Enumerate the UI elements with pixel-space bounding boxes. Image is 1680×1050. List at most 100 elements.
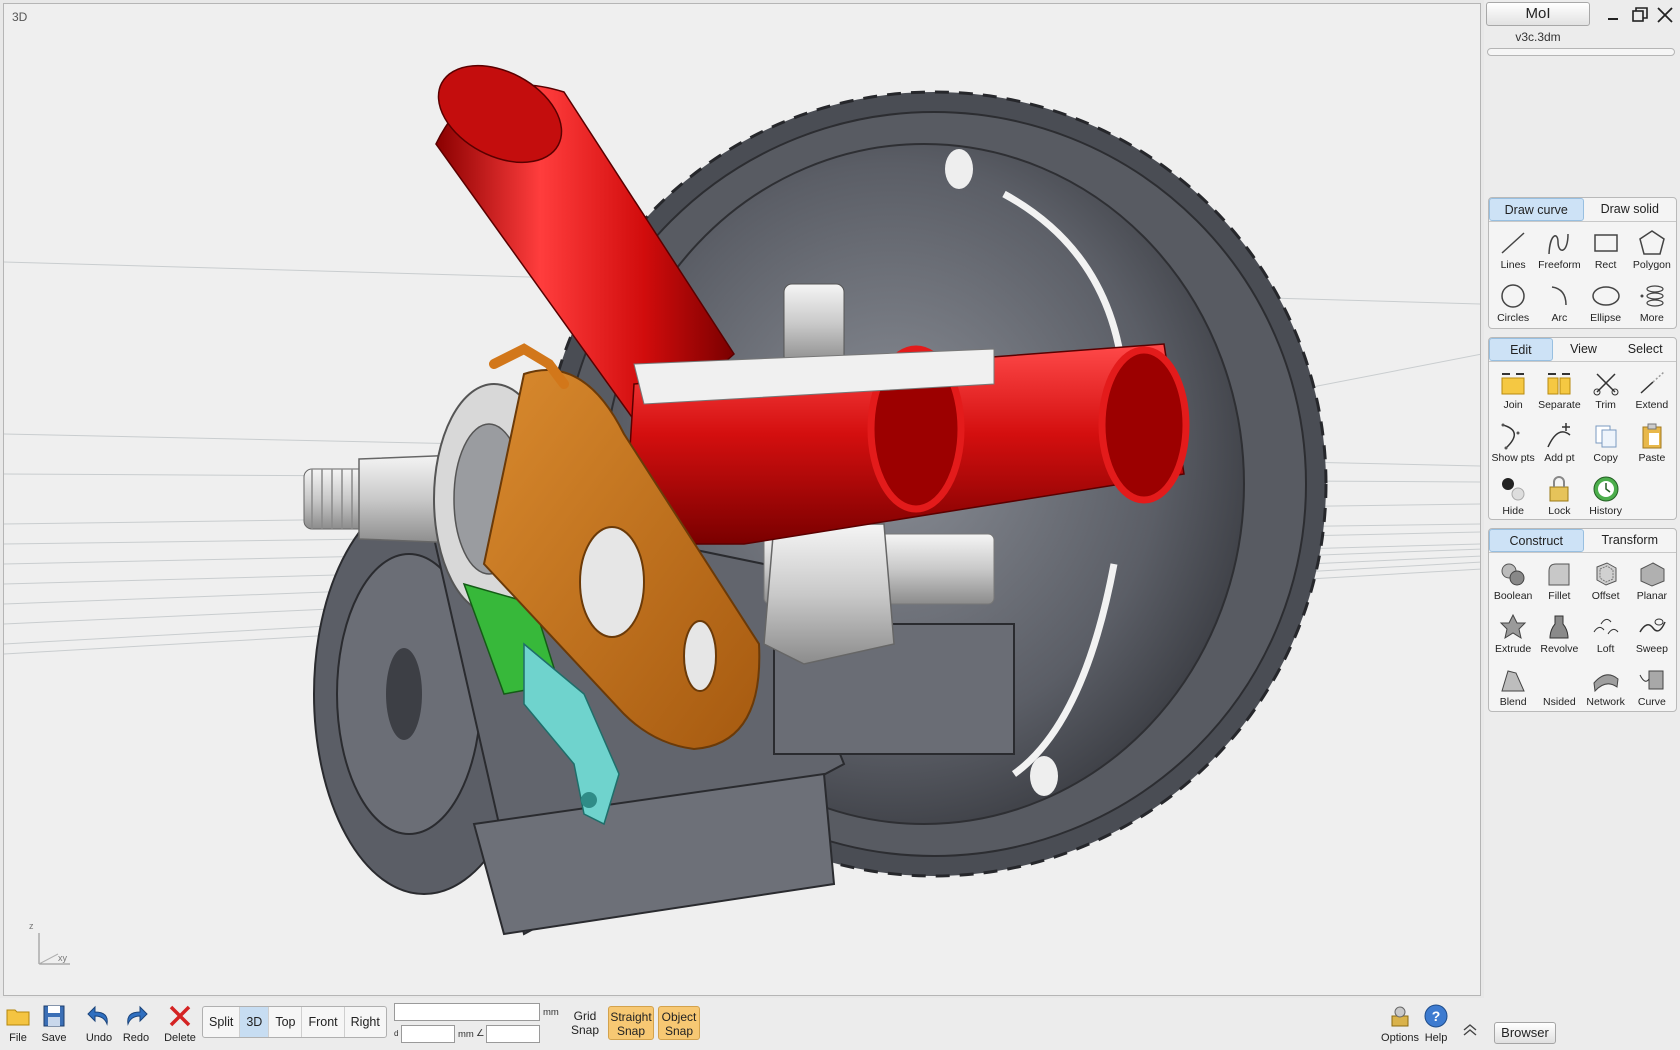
freeform-tool-button[interactable]: Freeform xyxy=(1536,224,1582,277)
ellipse-tool-button[interactable]: Ellipse xyxy=(1583,277,1629,330)
straight-snap-line2: Snap xyxy=(616,1024,646,1038)
loft-tool-button[interactable]: Loft xyxy=(1583,608,1629,661)
offset-label: Offset xyxy=(1591,590,1620,602)
ellipse-label: Ellipse xyxy=(1590,312,1622,324)
copy-tool-button[interactable]: Copy xyxy=(1583,417,1629,470)
tab-draw-curve[interactable]: Draw curve xyxy=(1489,198,1584,221)
object-snap-toggle[interactable]: Object Snap xyxy=(658,1006,700,1040)
extrude-tool-button[interactable]: Extrude xyxy=(1490,608,1536,661)
browser-button[interactable]: Browser xyxy=(1494,1022,1556,1044)
axis-xy-label: xy xyxy=(58,953,67,963)
folder-icon xyxy=(6,1009,30,1026)
angle-input[interactable] xyxy=(486,1025,540,1043)
ellipse-icon xyxy=(1591,286,1620,306)
help-button[interactable]: ? Help xyxy=(1418,1002,1454,1048)
separate-label: Separate xyxy=(1538,399,1581,411)
nsided-tool-button[interactable]: Nsided xyxy=(1536,661,1582,714)
boolean-label: Boolean xyxy=(1493,590,1533,602)
curve-tool-button[interactable]: Curve xyxy=(1629,661,1675,714)
view-front-button[interactable]: Front xyxy=(302,1007,345,1037)
join-tool-button[interactable]: Join xyxy=(1490,364,1536,417)
redo-button[interactable]: Redo xyxy=(118,1002,154,1048)
view-3d-button[interactable]: 3D xyxy=(240,1007,270,1037)
collapse-chevron-icon[interactable] xyxy=(1462,1022,1478,1036)
restore-button[interactable] xyxy=(1628,4,1652,26)
extend-tool-button[interactable]: Extend xyxy=(1629,364,1675,417)
revolve-icon xyxy=(1549,615,1569,639)
curve-icon xyxy=(1639,670,1664,690)
network-icon xyxy=(1593,674,1619,693)
view-split-button[interactable]: Split xyxy=(203,1007,241,1037)
blend-tool-button[interactable]: Blend xyxy=(1490,661,1536,714)
offset-tool-button[interactable]: Offset xyxy=(1583,555,1629,608)
save-disk-icon xyxy=(43,1005,65,1027)
axis-indicator-icon xyxy=(38,933,70,965)
planar-tool-button[interactable]: Planar xyxy=(1629,555,1675,608)
side-panel: MoI v3c.3dm Draw curve Draw solid Lines xyxy=(1484,0,1680,1050)
restore-icon xyxy=(1632,7,1648,22)
tab-construct[interactable]: Construct xyxy=(1489,529,1584,552)
grid-snap-toggle[interactable]: Grid Snap xyxy=(564,1006,606,1040)
straight-snap-toggle[interactable]: Straight Snap xyxy=(608,1006,654,1040)
viewport-3d[interactable]: 3D z xy xyxy=(3,3,1481,996)
extend-label: Extend xyxy=(1635,399,1669,411)
scissors-icon xyxy=(1593,373,1619,396)
more-tool-button[interactable]: More xyxy=(1629,277,1675,330)
network-tool-button[interactable]: Network xyxy=(1583,661,1629,714)
history-label: History xyxy=(1589,505,1622,517)
file-button[interactable]: File xyxy=(0,1002,36,1048)
separate-tool-button[interactable]: Separate xyxy=(1536,364,1582,417)
lines-tool-button[interactable]: Lines xyxy=(1490,224,1536,277)
arc-tool-button[interactable]: Arc xyxy=(1536,277,1582,330)
copy-label: Copy xyxy=(1593,452,1618,464)
lines-label: Lines xyxy=(1500,259,1526,271)
object-snap-line2: Snap xyxy=(664,1024,694,1038)
tab-view[interactable]: View xyxy=(1553,338,1615,361)
file-label: File xyxy=(9,1032,27,1044)
save-label: Save xyxy=(41,1032,67,1044)
distance-label: d xyxy=(394,1029,399,1038)
coordinate-input[interactable] xyxy=(394,1003,540,1021)
options-button[interactable]: Options xyxy=(1380,1002,1420,1048)
straight-snap-line1: Straight xyxy=(610,1010,652,1024)
paste-tool-button[interactable]: Paste xyxy=(1629,417,1675,470)
undo-button[interactable]: Undo xyxy=(81,1002,117,1048)
tab-draw-solid[interactable]: Draw solid xyxy=(1584,198,1677,221)
draw-tool-group: Draw curve Draw solid Lines Freeform Rec… xyxy=(1488,197,1677,329)
boolean-tool-button[interactable]: Boolean xyxy=(1490,555,1536,608)
delete-button[interactable]: Delete xyxy=(162,1002,198,1048)
tab-select[interactable]: Select xyxy=(1614,338,1676,361)
circles-tool-button[interactable]: Circles xyxy=(1490,277,1536,330)
app-menu-button[interactable]: MoI xyxy=(1486,2,1590,26)
view-right-button[interactable]: Right xyxy=(345,1007,386,1037)
unit-mm-label: mm xyxy=(543,1007,559,1018)
tab-transform[interactable]: Transform xyxy=(1584,529,1677,552)
show-pts-tool-button[interactable]: Show pts xyxy=(1490,417,1536,470)
fillet-tool-button[interactable]: Fillet xyxy=(1536,555,1582,608)
revolve-tool-button[interactable]: Revolve xyxy=(1536,608,1582,661)
lock-tool-button[interactable]: Lock xyxy=(1536,470,1582,523)
tab-edit[interactable]: Edit xyxy=(1489,338,1553,361)
rect-tool-button[interactable]: Rect xyxy=(1583,224,1629,277)
polygon-tool-button[interactable]: Polygon xyxy=(1629,224,1675,277)
loft-icon xyxy=(1593,618,1619,635)
history-tool-button[interactable]: History xyxy=(1583,470,1629,523)
minimize-button[interactable] xyxy=(1601,4,1625,26)
sweep-tool-button[interactable]: Sweep xyxy=(1629,608,1675,661)
save-button[interactable]: Save xyxy=(36,1002,72,1048)
close-button[interactable] xyxy=(1653,4,1677,26)
add-pt-tool-button[interactable]: Add pt xyxy=(1536,417,1582,470)
separate-icon xyxy=(1547,373,1571,395)
delete-label: Delete xyxy=(164,1032,196,1044)
view-top-button[interactable]: Top xyxy=(269,1007,303,1037)
trim-tool-button[interactable]: Trim xyxy=(1583,364,1629,417)
view-switcher: Split 3D Top Front Right xyxy=(202,1006,387,1038)
model-render[interactable] xyxy=(4,4,1481,996)
hide-tool-button[interactable]: Hide xyxy=(1490,470,1536,523)
extrude-label: Extrude xyxy=(1495,643,1532,655)
delete-x-icon xyxy=(169,1005,191,1027)
help-icon: ? xyxy=(1424,1004,1448,1028)
paste-icon xyxy=(1642,423,1662,449)
more-label: More xyxy=(1639,312,1664,324)
distance-input[interactable] xyxy=(401,1025,455,1043)
